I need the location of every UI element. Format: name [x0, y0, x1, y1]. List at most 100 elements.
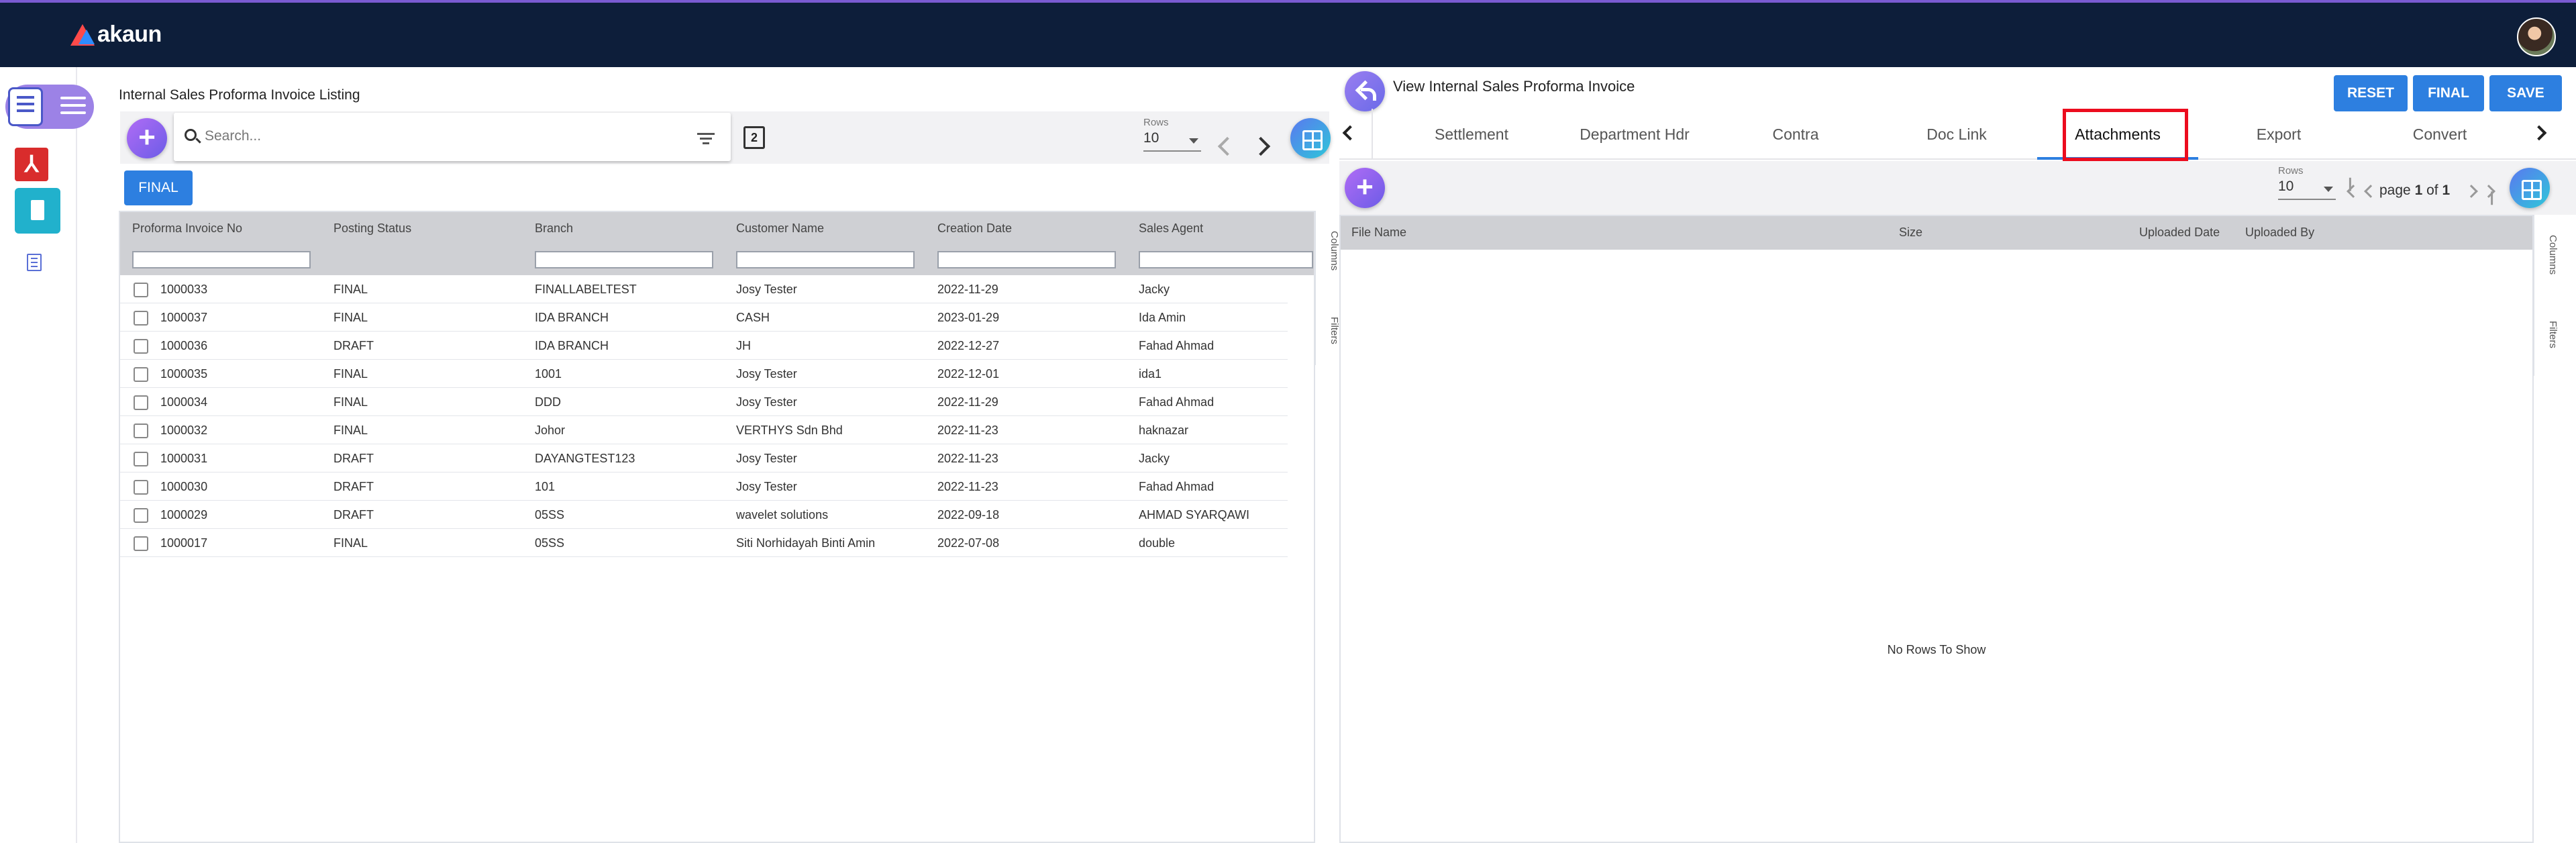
column-filter-input[interactable]: [937, 251, 1116, 268]
list-icon[interactable]: [27, 254, 42, 271]
table-row[interactable]: 1000037 FINAL IDA BRANCH CASH 2023-01-29 Ida …: [120, 303, 1288, 332]
row-checkbox[interactable]: [134, 508, 148, 523]
table-row[interactable]: 1000031 DRAFT DAYANGTEST123 Josy Tester 2022…: [120, 444, 1288, 473]
prev-page-icon[interactable]: [2364, 185, 2377, 198]
search-icon: [185, 129, 197, 141]
tab-department-hdr[interactable]: Department Hdr: [1554, 109, 1715, 160]
next-page-icon[interactable]: [1251, 136, 1271, 156]
prev-page-icon[interactable]: [1217, 136, 1237, 156]
tab-export[interactable]: Export: [2198, 109, 2359, 160]
row-checkbox[interactable]: [134, 536, 148, 551]
table-cell: 1000035: [160, 367, 208, 381]
final-button[interactable]: FINAL: [124, 170, 193, 205]
filters-side-tab[interactable]: Filters: [2534, 321, 2559, 348]
clipboard-icon[interactable]: [8, 87, 43, 126]
export-icon[interactable]: 2: [743, 126, 765, 149]
column-header[interactable]: Uploaded Date: [2139, 226, 2220, 240]
table-row[interactable]: 1000032 FINAL Johor VERTHYS Sdn Bhd 2022-11-…: [120, 416, 1288, 444]
search-input[interactable]: [203, 125, 673, 148]
table-cell: DRAFT: [333, 452, 374, 465]
columns-side-tab[interactable]: Columns: [1316, 231, 1340, 270]
column-filter-input[interactable]: [132, 251, 311, 268]
chevron-right-icon[interactable]: [2531, 125, 2547, 141]
final-button[interactable]: FINAL: [2413, 75, 2484, 111]
table-cell: 1000029: [160, 508, 208, 522]
column-header[interactable]: Size: [1899, 226, 1922, 240]
tab-contra[interactable]: Contra: [1715, 109, 1876, 160]
table-cell: 2022-09-18: [937, 508, 1000, 522]
column-header[interactable]: Posting Status: [333, 221, 411, 236]
table-row[interactable]: 1000035 FINAL 1001 Josy Tester 2022-12-01 ida…: [120, 360, 1288, 388]
last-page-icon[interactable]: [2482, 185, 2495, 198]
column-header[interactable]: Customer Name: [736, 221, 824, 236]
tab-convert[interactable]: Convert: [2359, 109, 2520, 160]
column-header[interactable]: Branch: [535, 221, 573, 236]
column-header[interactable]: Proforma Invoice No: [132, 221, 242, 236]
table-cell: DRAFT: [333, 339, 374, 352]
grid-view-button[interactable]: [2510, 168, 2550, 208]
row-checkbox[interactable]: [134, 395, 148, 410]
save-button[interactable]: SAVE: [2489, 75, 2562, 111]
pdf-icon[interactable]: ⅄: [15, 148, 48, 181]
next-page-icon[interactable]: [2465, 185, 2478, 198]
table-cell: Siti Norhidayah Binti Amin: [736, 536, 876, 550]
menu-toggle-icon[interactable]: [60, 97, 86, 117]
table-row[interactable]: 1000030 DRAFT 101 Josy Tester 2022-11-23 Faha…: [120, 473, 1288, 501]
grid-side-panel: Columns Filters: [1315, 211, 1340, 365]
table-row[interactable]: 1000033 FINAL FINALLABELTEST Josy Tester 202…: [120, 275, 1288, 303]
add-invoice-button[interactable]: +: [127, 118, 167, 158]
table-row[interactable]: 1000036 DRAFT IDA BRANCH JH 2022-12-27 Fahad …: [120, 332, 1288, 360]
column-header[interactable]: Sales Agent: [1139, 221, 1203, 236]
tab-settlement[interactable]: Settlement: [1394, 109, 1549, 160]
tab-doc-link[interactable]: Doc Link: [1876, 109, 2037, 160]
back-button[interactable]: [1345, 71, 1385, 111]
reset-button[interactable]: RESET: [2334, 75, 2408, 111]
rows-per-page-select[interactable]: 10: [2278, 179, 2336, 200]
row-checkbox[interactable]: [134, 480, 148, 495]
document-icon[interactable]: [15, 188, 60, 234]
attachments-toolbar: + Rows 10 page 1 of 1: [1339, 161, 2576, 215]
row-checkbox[interactable]: [134, 367, 148, 382]
table-cell: double: [1139, 536, 1176, 550]
table-cell: haknazar: [1139, 424, 1189, 437]
filters-side-tab[interactable]: Filters: [1316, 317, 1340, 344]
table-cell: JH: [736, 339, 751, 352]
table-cell: wavelet solutions: [736, 508, 829, 522]
column-header[interactable]: Uploaded By: [2245, 226, 2314, 240]
user-avatar[interactable]: [2517, 17, 2556, 56]
column-filter-input[interactable]: [535, 251, 713, 268]
detail-title: View Internal Sales Proforma Invoice: [1393, 78, 1635, 95]
grid-view-button[interactable]: [1290, 118, 1331, 158]
row-checkbox[interactable]: [134, 283, 148, 297]
column-header[interactable]: File Name: [1351, 226, 1406, 240]
table-row[interactable]: 1000017 FINAL 05SS Siti Norhidayah Binti Am…: [120, 529, 1288, 557]
table-row[interactable]: 1000034 FINAL DDD Josy Tester 2022-11-29 Faha…: [120, 388, 1288, 416]
column-filter-input[interactable]: [1139, 251, 1313, 268]
detail-panel: View Internal Sales Proforma Invoice RES…: [1339, 67, 2576, 843]
row-checkbox[interactable]: [134, 424, 148, 438]
table-cell: FINAL: [333, 395, 368, 409]
chevron-left-icon[interactable]: [1342, 125, 1358, 141]
table-cell: 05SS: [535, 536, 565, 550]
table-cell: 2022-11-23: [937, 480, 998, 493]
row-checkbox[interactable]: [134, 339, 148, 354]
column-header[interactable]: Creation Date: [937, 221, 1012, 236]
app-sidebar: ⅄: [0, 67, 94, 843]
first-page-icon[interactable]: [2347, 185, 2360, 198]
row-checkbox[interactable]: [134, 452, 148, 466]
app-brand: akaun: [97, 21, 162, 47]
filter-icon[interactable]: [697, 133, 715, 145]
table-cell: Josy Tester: [736, 395, 797, 409]
table-cell: DDD: [535, 395, 561, 409]
rows-per-page-select[interactable]: 10: [1143, 130, 1201, 152]
tab-highlight-box: [2063, 109, 2188, 161]
table-row[interactable]: 1000029 DRAFT 05SS wavelet solutions 2022-09…: [120, 501, 1288, 529]
table-cell: FINAL: [333, 424, 368, 437]
table-cell: FINAL: [333, 536, 368, 550]
row-checkbox[interactable]: [134, 311, 148, 326]
columns-side-tab[interactable]: Columns: [2534, 235, 2559, 275]
top-nav-bar: akaun: [0, 0, 2576, 67]
app-logo[interactable]: akaun: [70, 21, 162, 48]
add-attachment-button[interactable]: +: [1345, 168, 1385, 208]
column-filter-input[interactable]: [736, 251, 915, 268]
